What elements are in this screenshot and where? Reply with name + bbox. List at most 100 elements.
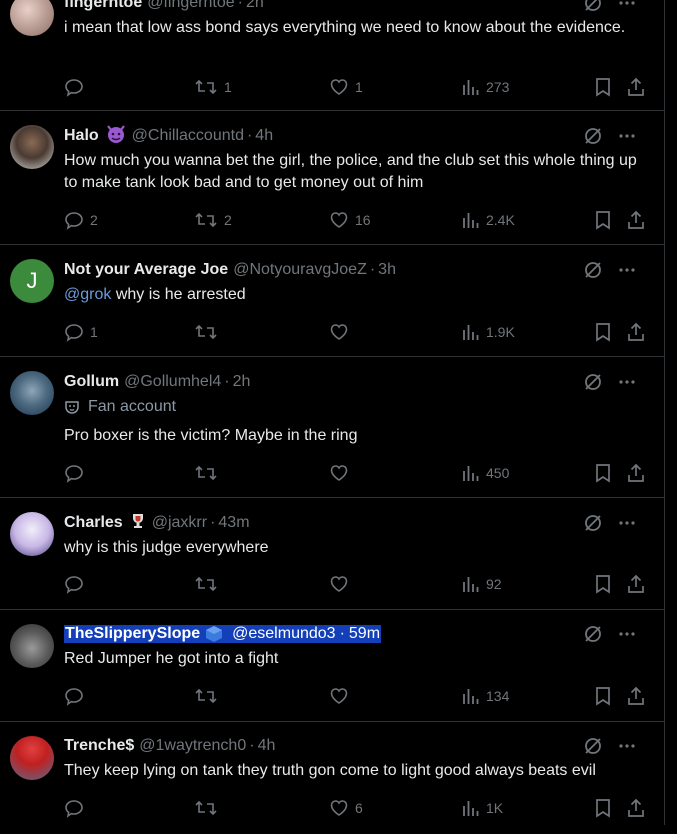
share-button[interactable] bbox=[626, 684, 646, 708]
tweet[interactable]: TheSlipperySlope @eselmundo3 · 59m Red J… bbox=[0, 610, 665, 722]
share-button[interactable] bbox=[626, 572, 646, 596]
display-name[interactable]: Trenche$ bbox=[64, 737, 134, 755]
handle[interactable]: @jaxkrr bbox=[152, 514, 207, 532]
like-button[interactable]: 6 bbox=[329, 796, 363, 820]
handle[interactable]: @Chillaccountd bbox=[132, 127, 244, 145]
tweet[interactable]: fingerntoe @fingerntoe · 2h i mean that … bbox=[0, 0, 665, 111]
views-button[interactable]: 273 bbox=[462, 75, 509, 99]
display-name[interactable]: Gollum bbox=[64, 373, 119, 391]
bookmark-button[interactable] bbox=[594, 796, 612, 820]
tweet[interactable]: Halo @Chillaccountd · 4h How much you wa… bbox=[0, 111, 665, 245]
bookmark-icon bbox=[596, 687, 610, 706]
like-button[interactable]: 16 bbox=[329, 208, 371, 232]
bookmark-button[interactable] bbox=[594, 572, 612, 596]
timestamp[interactable]: 2h bbox=[233, 373, 251, 391]
handle[interactable]: @fingerntoe bbox=[147, 0, 234, 12]
like-button[interactable]: 1 bbox=[329, 75, 363, 99]
timestamp[interactable]: 43m bbox=[218, 514, 249, 532]
views-button[interactable]: 134 bbox=[462, 684, 509, 708]
share-button[interactable] bbox=[626, 461, 646, 485]
grok-icon[interactable] bbox=[583, 372, 603, 392]
mask-icon bbox=[65, 401, 79, 414]
handle[interactable]: @Gollumhel4 bbox=[124, 373, 221, 391]
avatar[interactable]: J bbox=[10, 259, 54, 303]
share-button[interactable] bbox=[626, 796, 646, 820]
repost-icon bbox=[195, 800, 217, 816]
avatar[interactable] bbox=[10, 125, 54, 169]
display-name[interactable]: TheSlipperySlope bbox=[64, 625, 202, 643]
timestamp[interactable]: 4h bbox=[255, 127, 273, 145]
views-icon bbox=[463, 577, 479, 592]
display-name[interactable]: Halo bbox=[64, 127, 99, 145]
like-button[interactable] bbox=[329, 461, 355, 485]
avatar[interactable] bbox=[10, 371, 54, 415]
more-icon[interactable] bbox=[617, 736, 637, 756]
repost-button[interactable] bbox=[194, 461, 224, 485]
display-name[interactable]: Charles bbox=[64, 514, 123, 532]
share-button[interactable] bbox=[626, 208, 646, 232]
handle[interactable]: @NotyouravgJoeZ bbox=[233, 261, 367, 279]
grok-icon[interactable] bbox=[583, 260, 603, 280]
like-button[interactable] bbox=[329, 684, 355, 708]
bookmark-button[interactable] bbox=[594, 461, 612, 485]
reply-button[interactable]: 2 bbox=[64, 208, 98, 232]
grok-icon[interactable] bbox=[583, 0, 603, 13]
timestamp[interactable]: 4h bbox=[258, 737, 276, 755]
repost-button[interactable] bbox=[194, 796, 224, 820]
tweet[interactable]: J Not your Average Joe @NotyouravgJoeZ ·… bbox=[0, 245, 665, 357]
timestamp[interactable]: 3h bbox=[378, 261, 396, 279]
bookmark-button[interactable] bbox=[594, 208, 612, 232]
repost-button[interactable]: 1 bbox=[194, 75, 232, 99]
repost-button[interactable] bbox=[194, 684, 224, 708]
share-button[interactable] bbox=[626, 320, 646, 344]
views-button[interactable]: 92 bbox=[462, 572, 502, 596]
reply-icon bbox=[65, 212, 83, 230]
like-button[interactable] bbox=[329, 320, 355, 344]
more-icon[interactable] bbox=[617, 126, 637, 146]
more-icon[interactable] bbox=[617, 260, 637, 280]
handle[interactable]: @eselmundo3 bbox=[227, 625, 337, 643]
views-button[interactable]: 2.4K bbox=[462, 208, 515, 232]
reply-button[interactable] bbox=[64, 684, 90, 708]
tweet[interactable]: Charles @jaxkrr · 43m why is this judge … bbox=[0, 498, 665, 610]
bookmark-button[interactable] bbox=[594, 320, 612, 344]
timestamp[interactable]: 2h bbox=[246, 0, 264, 12]
grok-icon[interactable] bbox=[583, 126, 603, 146]
avatar[interactable] bbox=[10, 512, 54, 556]
more-icon[interactable] bbox=[617, 0, 637, 13]
bookmark-button[interactable] bbox=[594, 684, 612, 708]
bookmark-button[interactable] bbox=[594, 75, 612, 99]
grok-icon[interactable] bbox=[583, 513, 603, 533]
avatar[interactable] bbox=[10, 0, 54, 36]
repost-button[interactable] bbox=[194, 320, 224, 344]
share-button[interactable] bbox=[626, 75, 646, 99]
repost-button[interactable] bbox=[194, 572, 224, 596]
share-icon bbox=[628, 686, 644, 705]
reply-button[interactable] bbox=[64, 572, 90, 596]
views-button[interactable]: 450 bbox=[462, 461, 509, 485]
reply-button[interactable] bbox=[64, 75, 90, 99]
mention-link[interactable]: @grok bbox=[64, 286, 111, 303]
avatar[interactable] bbox=[10, 624, 54, 668]
grok-icon[interactable] bbox=[583, 624, 603, 644]
display-name[interactable]: fingerntoe bbox=[64, 0, 142, 12]
tweet[interactable]: Gollum @Gollumhel4 · 2h Fan account Pro … bbox=[0, 357, 665, 498]
views-button[interactable]: 1K bbox=[462, 796, 503, 820]
more-icon[interactable] bbox=[617, 372, 637, 392]
more-icon[interactable] bbox=[617, 513, 637, 533]
handle[interactable]: @1waytrench0 bbox=[139, 737, 246, 755]
view-count: 92 bbox=[486, 576, 502, 592]
reply-button[interactable] bbox=[64, 796, 90, 820]
reply-button[interactable] bbox=[64, 461, 90, 485]
like-button[interactable] bbox=[329, 572, 355, 596]
avatar[interactable] bbox=[10, 736, 54, 780]
timestamp[interactable]: 59m bbox=[347, 625, 382, 643]
tweet[interactable]: Trenche$ @1waytrench0 · 4h They keep lyi… bbox=[0, 722, 665, 834]
display-name[interactable]: Not your Average Joe bbox=[64, 261, 228, 279]
tweet-text: i mean that low ass bond says everything… bbox=[64, 19, 626, 36]
views-button[interactable]: 1.9K bbox=[462, 320, 515, 344]
reply-button[interactable]: 1 bbox=[64, 320, 98, 344]
grok-icon[interactable] bbox=[583, 736, 603, 756]
more-icon[interactable] bbox=[617, 624, 637, 644]
repost-button[interactable]: 2 bbox=[194, 208, 232, 232]
